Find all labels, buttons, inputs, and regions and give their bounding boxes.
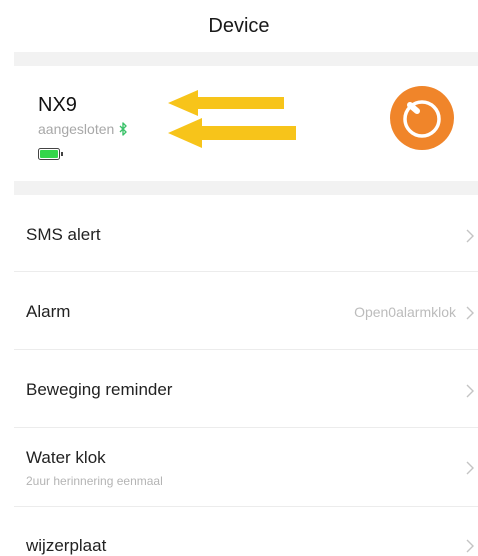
device-status-text: aangesloten: [38, 121, 115, 137]
menu-item-wijzerplaat[interactable]: wijzerplaat: [14, 507, 478, 555]
menu-item-label: Beweging reminder: [26, 380, 173, 399]
chevron-right-icon: [466, 229, 474, 243]
menu-item-label: Water klok: [26, 448, 106, 467]
page-title-text: Device: [208, 14, 270, 37]
menu-item-water-klok[interactable]: Water klok 2uur herinnering eenmaal: [14, 428, 478, 507]
page-title: Device: [0, 0, 478, 52]
chevron-right-icon: [466, 461, 474, 475]
menu-item-label: wijzerplaat: [26, 536, 107, 555]
menu-item-label: Alarm: [26, 302, 71, 321]
battery-icon: [38, 148, 63, 160]
watch-icon[interactable]: [390, 86, 454, 150]
section-divider: [14, 52, 478, 66]
chevron-right-icon: [466, 384, 474, 398]
chevron-right-icon: [466, 306, 474, 320]
menu-item-beweging-reminder[interactable]: Beweging reminder: [14, 350, 478, 428]
section-divider: [14, 181, 478, 195]
menu-item-alarm[interactable]: Alarm Open0alarmklok: [14, 272, 478, 350]
annotation-arrow: [168, 90, 284, 116]
bluetooth-icon: [119, 122, 127, 136]
menu-item-label: SMS alert: [26, 225, 101, 244]
chevron-right-icon: [466, 539, 474, 553]
device-name: NX9: [38, 94, 77, 116]
menu-item-sms-alert[interactable]: SMS alert: [14, 195, 478, 272]
menu-item-value: Open0alarmklok: [354, 304, 456, 320]
device-card[interactable]: NX9 aangesloten: [14, 66, 478, 181]
annotation-arrow: [168, 118, 296, 148]
menu-item-subtitle: 2uur herinnering eenmaal: [26, 474, 163, 488]
device-status: aangesloten: [38, 121, 128, 137]
